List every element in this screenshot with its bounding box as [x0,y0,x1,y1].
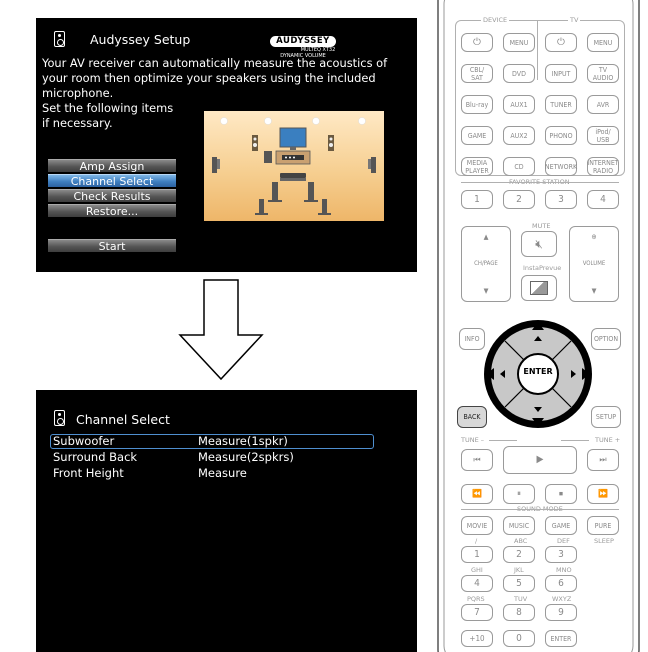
description-line: Set the following items [42,101,174,115]
rewind-button[interactable]: ⏪ [461,484,493,504]
channel-name-surround-back[interactable]: Surround Back [53,451,137,464]
mute-icon: 🔇︎ [535,237,543,251]
stop-button[interactable]: ⏹ [545,484,577,504]
bluray-button[interactable]: Blu-ray [461,95,493,114]
ch-up-icon: ▲ [483,233,489,241]
channel-name-subwoofer[interactable]: Subwoofer [53,435,114,448]
restore-button[interactable]: Restore... [48,204,176,218]
num-7-button[interactable]: 7 [461,604,493,621]
num-0-button[interactable]: 0 [503,630,535,647]
instaprevue-label: InstaPrevue [521,264,564,272]
volume-up-icon: ⊕ [591,233,597,241]
num-6-button[interactable]: 6 [545,575,577,592]
favorite-2-button[interactable]: 2 [503,190,535,209]
phono-button[interactable]: PHONO [545,126,577,145]
cd-button[interactable]: CD [503,157,535,176]
description-line: if necessary. [42,116,113,130]
cursor-pad[interactable]: ENTER [481,318,595,430]
channel-select-button[interactable]: Channel Select [48,174,176,188]
num-5-button[interactable]: 5 [503,575,535,592]
device-section-label: DEVICE [481,16,510,24]
tv-power-button[interactable]: ⏻ [545,33,577,52]
mute-label: MUTE [530,222,553,230]
channel-name-front-height[interactable]: Front Height [53,467,124,480]
start-button[interactable]: Start [48,239,176,253]
cbl-sat-button[interactable]: CBL/ SAT [461,64,493,83]
instaprevue-button[interactable] [521,275,557,301]
dvd-button[interactable]: DVD [503,64,535,83]
game-button[interactable]: GAME [461,126,493,145]
tune-minus-label: TUNE – [459,436,487,444]
volume-down-icon: ▼ [591,287,597,295]
channel-select-screen: Channel Select Subwoofer Measure(1spkr) … [36,390,417,652]
description-line: your room then optimize your speakers us… [42,71,376,85]
ch-page-rocker[interactable]: ▲ CH/PAGE ▼ [461,226,511,302]
input-button[interactable]: INPUT [545,64,577,83]
tv-menu-button[interactable]: MENU [587,33,619,52]
favorite-3-button[interactable]: 3 [545,190,577,209]
num-3-button[interactable]: 3 [545,546,577,563]
amp-assign-button[interactable]: Amp Assign [48,159,176,173]
favorite-4-button[interactable]: 4 [587,190,619,209]
down-arrow-icon [178,279,264,385]
tv-audio-button[interactable]: TV AUDIO [587,64,619,83]
channel-value-subwoofer[interactable]: Measure(1spkr) [198,435,288,448]
tuner-button[interactable]: TUNER [545,95,577,114]
pause-button[interactable]: ⏸ [503,484,535,504]
check-results-button[interactable]: Check Results [48,189,176,203]
description-line: Your AV receiver can automatically measu… [42,56,388,70]
pure-button[interactable]: PURE [587,516,619,535]
screen-title: Channel Select [76,412,170,427]
aux2-button[interactable]: AUX2 [503,126,535,145]
speaker-icon [54,31,65,47]
channel-value-surround-back[interactable]: Measure(2spkrs) [198,451,294,464]
movie-button[interactable]: MOVIE [461,516,493,535]
option-button[interactable]: OPTION [591,328,621,350]
favorite-1-button[interactable]: 1 [461,190,493,209]
network-button[interactable]: NETWORK [545,157,577,176]
tv-section-label: TV [568,16,581,24]
remote-control: DEVICE TV ⏻ MENU ⏻ MENU CBL/ SAT DVD INP… [437,0,640,652]
game-mode-button[interactable]: GAME [545,516,577,535]
skip-back-button[interactable]: ⏮ [461,449,493,471]
ipod-usb-button[interactable]: iPod/ USB [587,126,619,145]
description-line: microphone. [42,86,114,100]
avr-button[interactable]: AVR [587,95,619,114]
mute-button[interactable]: 🔇︎ [521,231,557,257]
aux1-button[interactable]: AUX1 [503,95,535,114]
audyssey-logo: AUDYSSEY MULTEQ XT32 DYNAMIC VOLUME [254,28,352,59]
power-button[interactable]: ⏻ [461,33,493,52]
num-1-button[interactable]: 1 [461,546,493,563]
instaprevue-icon [530,281,548,295]
speaker-icon [54,410,65,426]
internet-radio-button[interactable]: INTERNET RADIO [587,157,619,176]
enter-button[interactable]: ENTER [518,367,558,376]
num-8-button[interactable]: 8 [503,604,535,621]
volume-rocker[interactable]: ⊕ VOLUME ▼ [569,226,619,302]
skip-forward-button[interactable]: ⏭ [587,449,619,471]
media-player-button[interactable]: MEDIA PLAYER [461,157,493,176]
audyssey-setup-screen: Audyssey Setup AUDYSSEY MULTEQ XT32 DYNA… [36,18,417,272]
keypad-enter-button[interactable]: ENTER [545,630,577,647]
play-button[interactable]: ▶ [503,446,577,474]
speaker-layout-illustration [204,111,384,221]
menu-button[interactable]: MENU [503,33,535,52]
music-button[interactable]: MUSIC [503,516,535,535]
plus-10-button[interactable]: +10 [461,630,493,647]
num-4-button[interactable]: 4 [461,575,493,592]
ch-down-icon: ▼ [483,287,489,295]
fast-forward-button[interactable]: ⏩ [587,484,619,504]
num-2-button[interactable]: 2 [503,546,535,563]
num-9-button[interactable]: 9 [545,604,577,621]
channel-value-front-height[interactable]: Measure [198,467,247,480]
screen-title: Audyssey Setup [90,32,191,47]
setup-button[interactable]: SETUP [591,406,621,428]
tune-plus-label: TUNE + [593,436,623,444]
